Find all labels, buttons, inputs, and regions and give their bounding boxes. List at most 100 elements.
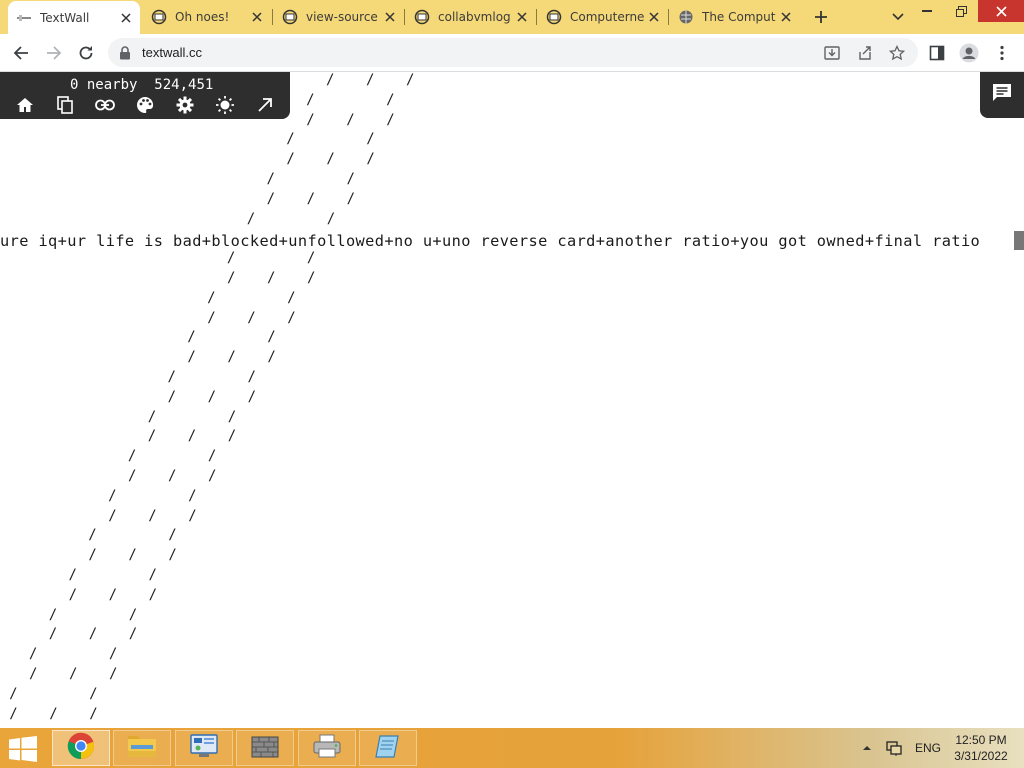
input-language[interactable]: ENG [915, 728, 941, 768]
tab-oh-noes[interactable]: Oh noes! [143, 0, 271, 34]
brightness-icon[interactable] [215, 95, 235, 115]
taskbar-control-panel[interactable] [175, 730, 233, 766]
network-icon[interactable] [885, 728, 903, 768]
link-icon[interactable] [95, 95, 115, 115]
slash-glyph: / [108, 507, 117, 524]
control-panel-icon [189, 733, 219, 763]
slash-glyph: / [246, 210, 256, 227]
home-icon[interactable] [15, 95, 35, 115]
palette-icon[interactable] [135, 95, 155, 115]
slash-glyph: / [306, 250, 316, 267]
taskbar-file-explorer[interactable] [113, 730, 171, 766]
slash-glyph: / [267, 329, 276, 346]
coordinates: 524,451 [154, 77, 214, 93]
slash-glyph: / [286, 131, 295, 148]
tab-separator [536, 9, 537, 25]
close-window-button[interactable] [978, 0, 1024, 22]
address-bar[interactable]: textwall.cc [108, 38, 918, 67]
new-tab-button[interactable] [811, 7, 831, 27]
taskbar-printer[interactable] [298, 730, 356, 766]
slash-glyph: / [147, 428, 157, 445]
close-icon[interactable] [382, 9, 398, 25]
slash-glyph: / [109, 666, 118, 682]
slash-glyph: / [168, 547, 177, 564]
reload-icon[interactable] [75, 42, 97, 64]
share-icon[interactable] [855, 43, 875, 63]
slash-glyph: / [247, 369, 256, 385]
chrome-icon [67, 732, 95, 764]
chat-button[interactable] [980, 72, 1024, 118]
restore-button[interactable] [944, 0, 978, 22]
close-icon[interactable] [778, 9, 794, 25]
close-icon[interactable] [646, 9, 662, 25]
slash-glyph: / [207, 388, 217, 405]
slash-glyph: / [226, 250, 236, 267]
minimize-button[interactable] [910, 0, 944, 22]
slash-glyph: / [28, 646, 38, 663]
notepad-icon [373, 733, 403, 763]
slash-glyph: / [306, 91, 315, 108]
lock-icon[interactable] [119, 45, 131, 64]
start-button[interactable] [6, 735, 40, 762]
slash-glyph: / [346, 111, 355, 128]
slash-glyph: / [187, 428, 197, 445]
taskbar-notepad[interactable] [359, 730, 417, 766]
slash-glyph: / [167, 388, 177, 405]
slash-glyph: / [68, 586, 78, 603]
chevron-down-icon[interactable] [888, 7, 908, 27]
tab-view-source[interactable]: view-source [274, 0, 404, 34]
slash-glyph: / [68, 567, 77, 583]
slash-glyph: / [207, 289, 216, 306]
taskbar-firewall[interactable] [236, 730, 294, 766]
copy-icon[interactable] [55, 95, 75, 115]
profile-avatar-icon[interactable] [958, 42, 980, 64]
slash-glyph: / [168, 468, 177, 484]
tab-separator [404, 9, 405, 25]
slash-glyph: / [207, 448, 217, 465]
slash-glyph: / [147, 408, 157, 425]
close-icon[interactable] [514, 9, 530, 25]
globe-icon [678, 9, 694, 25]
forward-arrow-icon[interactable] [43, 42, 65, 64]
slash-glyph: / [227, 349, 236, 366]
slash-glyph: / [188, 507, 197, 524]
tab-collabvmlog[interactable]: collabvmlog [406, 0, 536, 34]
slash-glyph: / [128, 606, 138, 623]
slash-glyph: / [286, 151, 295, 168]
system-clock[interactable]: 12:50 PM 3/31/2022 [944, 732, 1018, 764]
url-text: textwall.cc [142, 45, 202, 60]
menu-kebab-icon[interactable] [991, 42, 1013, 64]
firewall-icon [250, 733, 280, 763]
tab-title: collabvmlog [438, 10, 511, 24]
slash-glyph: / [88, 547, 97, 564]
close-icon[interactable] [118, 10, 134, 26]
slash-glyph: / [108, 586, 118, 603]
show-hidden-icons-button[interactable] [862, 728, 872, 768]
text-cursor [1014, 231, 1024, 250]
chat-icon [992, 83, 1012, 107]
slash-glyph: / [386, 91, 395, 108]
tab-the-computer[interactable]: The Comput [670, 0, 800, 34]
slash-glyph: / [267, 349, 276, 366]
install-app-icon[interactable] [822, 43, 842, 63]
taskbar-chrome[interactable] [52, 730, 110, 766]
slash-glyph: / [326, 210, 336, 227]
tab-title: Computerne [570, 10, 645, 24]
back-arrow-icon[interactable] [10, 42, 32, 64]
close-icon[interactable] [249, 9, 265, 25]
slash-glyph: / [247, 309, 256, 326]
textwall-canvas[interactable]: / / / / / / / / / / / / / / / / / / / / / / / / / / / / / / / / / / / / / / / /… [0, 72, 1024, 727]
hud-stats: 0 nearby 524,451 [70, 77, 213, 93]
tab-computernewb[interactable]: Computerne [538, 0, 668, 34]
gear-icon[interactable] [175, 95, 195, 115]
tab-title: Oh noes! [175, 10, 230, 24]
tab-textwall[interactable]: TextWall [8, 1, 140, 34]
file-explorer-icon [127, 733, 157, 763]
teleport-arrow-icon[interactable] [255, 95, 275, 115]
slash-glyph: / [127, 448, 137, 465]
bookmark-star-icon[interactable] [887, 43, 907, 63]
side-panel-icon[interactable] [926, 42, 948, 64]
slash-glyph: / [227, 428, 237, 445]
slash-glyph: / [48, 606, 58, 623]
slash-glyph: / [187, 349, 196, 366]
